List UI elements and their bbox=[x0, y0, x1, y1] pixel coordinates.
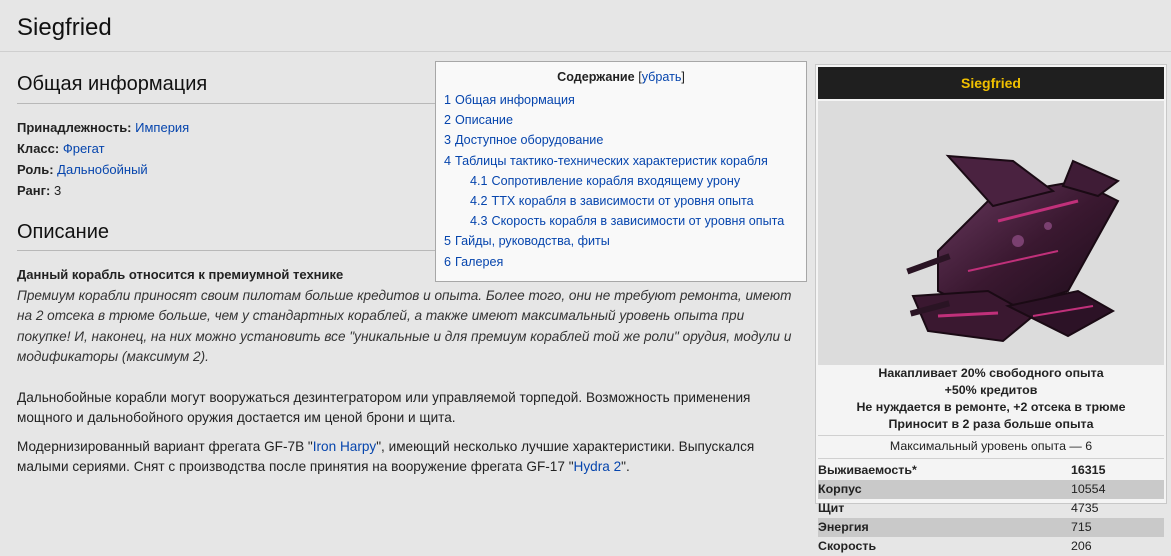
stat-value: 206 bbox=[1071, 539, 1092, 553]
info-row-affiliation: Принадлежность: Империя bbox=[17, 117, 189, 138]
info-row-class: Класс: Фрегат bbox=[17, 138, 189, 159]
stat-row: Энергия 715 bbox=[818, 518, 1164, 537]
toc-item-link[interactable]: Доступное оборудование bbox=[455, 133, 603, 147]
toc-item-number[interactable]: 4.3 bbox=[470, 214, 488, 228]
toc-item[interactable]: 2 Описание bbox=[436, 110, 806, 130]
affiliation-link[interactable]: Империя bbox=[135, 120, 189, 135]
section-heading-description: Описание bbox=[17, 221, 110, 243]
ship-render bbox=[906, 154, 1120, 343]
info-row-role: Роль: Дальнобойный bbox=[17, 159, 189, 180]
toc-item-link[interactable]: Общая информация bbox=[455, 93, 575, 107]
toc-item[interactable]: 3 Доступное оборудование bbox=[436, 130, 806, 150]
premium-description: Премиум корабли приносят своим пилотам б… bbox=[17, 287, 792, 365]
history-description: Модернизированный вариант фрегата GF-7B … bbox=[17, 438, 755, 475]
infobox-title: Siegfried bbox=[818, 67, 1164, 99]
description-body: Данный корабль относится к премиумной те… bbox=[17, 265, 792, 478]
stat-label: Скорость bbox=[818, 539, 877, 553]
info-row-rank: Ранг: 3 bbox=[17, 180, 189, 201]
toc-item[interactable]: 6 Галерея bbox=[436, 252, 806, 272]
stat-value: 4735 bbox=[1071, 501, 1099, 515]
stat-row: Корпус 10554 bbox=[818, 480, 1164, 499]
toc-item-number[interactable]: 1 bbox=[444, 93, 451, 107]
toc-item-link[interactable]: Описание bbox=[455, 113, 513, 127]
general-info-list: Принадлежность: Империя Класс: Фрегат Ро… bbox=[17, 117, 189, 201]
toc-item-link[interactable]: Таблицы тактико-технических характеристи… bbox=[455, 154, 768, 168]
perk-item: Не нуждается в ремонте, +2 отсека в трюм… bbox=[856, 400, 1126, 414]
stats-table: Выживаемость* 16315 Корпус 10554 Щит 4735 Энер… bbox=[818, 461, 1164, 556]
info-label: Ранг: bbox=[17, 183, 51, 198]
stat-row: Выживаемость* 16315 bbox=[818, 461, 1164, 480]
toc-item[interactable]: 4.3 Скорость корабля в зависимости от уро… bbox=[436, 211, 806, 231]
toc-item-link[interactable]: Сопротивление корабля входящему урону bbox=[492, 174, 741, 188]
toc-toggle-link[interactable]: убрать bbox=[642, 70, 682, 84]
toc-item-link[interactable]: ТТХ корабля в зависимости от уровня опыт… bbox=[492, 194, 754, 208]
perk-item: Приносит в 2 раза больше опыта bbox=[888, 417, 1094, 431]
toc-list: 1 Общая информация 2 Описание 3 Доступное обо… bbox=[436, 90, 806, 272]
toc-title: Содержание bbox=[557, 70, 635, 84]
section-heading-general: Общая информация bbox=[17, 73, 208, 95]
toc-item-link[interactable]: Гайды, руководства, фиты bbox=[455, 234, 610, 248]
ship-image[interactable] bbox=[818, 101, 1164, 365]
toc-item[interactable]: 1 Общая информация bbox=[436, 90, 806, 110]
toc-item[interactable]: 5 Гайды, руководства, фиты bbox=[436, 231, 806, 251]
stat-row: Щит 4735 bbox=[818, 499, 1164, 518]
stat-label: Выживаемость* bbox=[818, 463, 917, 477]
perk-item: Накапливает 20% свободного опыта bbox=[878, 366, 1104, 380]
stat-value: 16315 bbox=[1071, 463, 1106, 477]
toc-item-number[interactable]: 2 bbox=[444, 113, 451, 127]
toc-item-link[interactable]: Галерея bbox=[455, 255, 503, 269]
toc-item[interactable]: 4.2 ТТХ корабля в зависимости от уровня о… bbox=[436, 191, 806, 211]
stat-label: Корпус bbox=[818, 482, 862, 496]
section-divider-general bbox=[17, 103, 437, 104]
iron-harpy-link[interactable]: Iron Harpy bbox=[313, 439, 376, 454]
toc-item-number[interactable]: 4.2 bbox=[470, 194, 488, 208]
table-of-contents: Содержание [убрать] 1 Общая информация 2 Оп… bbox=[435, 61, 807, 282]
toc-item[interactable]: 4.1 Сопротивление корабля входящему урону bbox=[436, 171, 806, 191]
toc-item-number[interactable]: 5 bbox=[444, 234, 451, 248]
toc-item-link[interactable]: Скорость корабля в зависимости от уровня… bbox=[492, 214, 785, 228]
toc-item-number[interactable]: 6 bbox=[444, 255, 451, 269]
stat-row: Скорость 206 bbox=[818, 537, 1164, 556]
info-label: Класс: bbox=[17, 141, 60, 156]
ship-infobox: Siegfried Накапливает 20% свободного опы… bbox=[815, 64, 1167, 553]
toc-item[interactable]: 4 Таблицы тактико-технических характерист… bbox=[436, 151, 806, 171]
title-divider bbox=[0, 51, 1171, 52]
stat-value: 10554 bbox=[1071, 482, 1106, 496]
role-link[interactable]: Дальнобойный bbox=[57, 162, 148, 177]
role-description: Дальнобойные корабли могут вооружаться д… bbox=[17, 389, 751, 426]
rank-value: 3 bbox=[53, 183, 62, 198]
stat-label: Энергия bbox=[818, 520, 869, 534]
info-label: Принадлежность: bbox=[17, 120, 132, 135]
class-link[interactable]: Фрегат bbox=[63, 141, 105, 156]
stat-label: Щит bbox=[818, 501, 845, 515]
toc-header: Содержание [убрать] bbox=[557, 70, 685, 84]
hydra-2-link[interactable]: Hydra 2 bbox=[574, 459, 622, 474]
info-label: Роль: bbox=[17, 162, 54, 177]
section-divider-description bbox=[17, 250, 437, 251]
page-title: Siegfried bbox=[17, 14, 112, 41]
toc-item-number[interactable]: 4.1 bbox=[470, 174, 488, 188]
perk-item: +50% кредитов bbox=[944, 383, 1038, 397]
premium-perks: Накапливает 20% свободного опыта +50% кр… bbox=[818, 365, 1164, 433]
toc-item-number[interactable]: 4 bbox=[444, 154, 451, 168]
stat-value: 715 bbox=[1071, 520, 1092, 534]
max-level-text: Максимальный уровень опыта — 6 bbox=[889, 439, 1093, 453]
toc-item-number[interactable]: 3 bbox=[444, 133, 451, 147]
